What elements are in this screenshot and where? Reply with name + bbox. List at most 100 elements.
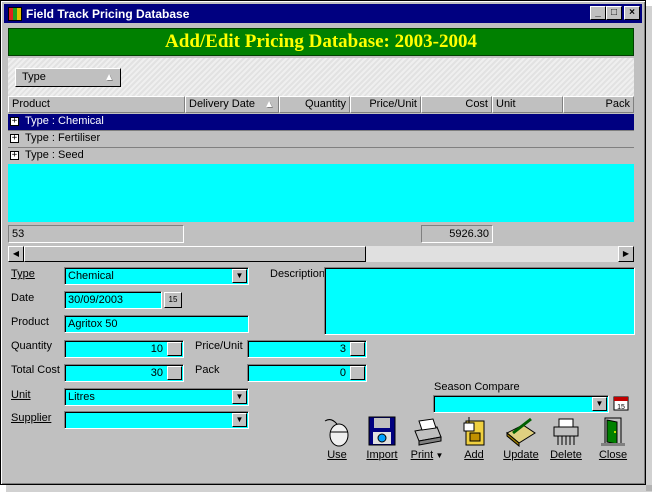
supplier-label: Supplier — [11, 412, 52, 424]
price-unit-field[interactable]: 3 — [247, 340, 367, 358]
column-header-price-unit[interactable]: Price/Unit — [350, 96, 421, 113]
total-cost-field[interactable]: 30 — [64, 364, 184, 382]
type-label: Type — [11, 268, 35, 280]
group-by-label: Type — [22, 71, 46, 83]
use-button[interactable]: Use — [315, 415, 359, 461]
close-label: Close — [598, 449, 628, 461]
grid-footer: 53 5926.30 — [8, 224, 634, 244]
expand-icon[interactable]: + — [10, 151, 19, 160]
group-by-area: Type ▲ — [8, 58, 634, 96]
group-row-seed[interactable]: + Type : Seed — [8, 148, 634, 165]
pack-label: Pack — [195, 364, 220, 376]
exit-door-icon — [597, 415, 629, 447]
sort-up-icon: ▲ — [104, 72, 114, 83]
printer-icon — [411, 415, 443, 447]
column-header-unit[interactable]: Unit — [492, 96, 563, 113]
minimize-button[interactable]: _ — [590, 6, 606, 20]
product-value: Agritox 50 — [68, 318, 118, 330]
calendar-day: 15 — [168, 295, 178, 304]
app-icon — [8, 6, 22, 21]
quantity-spin-button[interactable] — [167, 342, 182, 356]
chevron-down-icon[interactable]: ▼ — [232, 390, 247, 404]
pack-spin-button[interactable] — [350, 366, 365, 380]
supplier-select[interactable]: ▼ — [64, 411, 249, 429]
svg-text:15: 15 — [617, 404, 625, 411]
delete-button[interactable]: Delete — [544, 415, 588, 461]
quantity-field[interactable]: 10 — [64, 340, 184, 358]
total-cost-label: Total Cost — [11, 364, 60, 376]
group-row-chemical[interactable]: + Type : Chemical — [8, 114, 634, 131]
sort-up-icon: ▲ — [264, 99, 274, 110]
group-row-label: Type : Chemical — [25, 115, 104, 127]
expand-icon[interactable]: + — [10, 134, 19, 143]
type-select[interactable]: Chemical ▼ — [64, 267, 249, 285]
footer-cost-total: 5926.30 — [421, 225, 493, 243]
product-field[interactable]: Agritox 50 — [64, 315, 249, 333]
pack-value: 0 — [339, 367, 346, 379]
column-header-cost[interactable]: Cost — [421, 96, 492, 113]
total-cost-spin-button[interactable] — [167, 366, 182, 380]
column-header-product[interactable]: Product — [8, 96, 185, 113]
import-button[interactable]: Import — [360, 415, 404, 461]
description-field[interactable] — [324, 267, 635, 335]
season-compare-label: Season Compare — [434, 381, 520, 393]
chevron-down-icon[interactable]: ▼ — [232, 269, 247, 283]
quantity-label: Quantity — [11, 340, 52, 352]
scroll-thumb[interactable] — [24, 246, 366, 262]
use-label: Use — [327, 449, 347, 461]
notebook-pencil-icon — [505, 415, 537, 448]
calendar-icon[interactable]: 15 — [164, 292, 182, 308]
date-label: Date — [11, 292, 35, 304]
product-label: Product — [11, 316, 49, 328]
date-field[interactable]: 30/09/2003 — [64, 291, 162, 309]
shredder-icon — [550, 415, 582, 447]
mouse-icon — [321, 415, 353, 447]
add-button[interactable]: Add — [452, 415, 496, 461]
update-label: Update — [503, 449, 539, 461]
title-bar[interactable]: Field Track Pricing Database _ □ × — [4, 4, 642, 23]
unit-select[interactable]: Litres ▼ — [64, 388, 249, 406]
scroll-left-icon[interactable]: ◀ — [8, 246, 24, 262]
price-unit-spin-button[interactable] — [350, 342, 365, 356]
pack-field[interactable]: 0 — [247, 364, 367, 382]
season-calendar-icon[interactable]: 15 — [613, 395, 629, 411]
update-button[interactable]: Update — [499, 415, 543, 461]
add-label: Add — [464, 449, 484, 461]
horizontal-scrollbar[interactable]: ◀ ▶ — [8, 246, 634, 262]
delete-label: Delete — [550, 449, 582, 461]
group-row-label: Type : Fertiliser — [25, 132, 101, 144]
unit-label: Unit — [11, 389, 31, 401]
group-row-label: Type : Seed — [25, 149, 84, 161]
print-label: Print — [410, 449, 434, 461]
group-row-fertiliser[interactable]: + Type : Fertiliser — [8, 131, 634, 148]
price-unit-value: 3 — [339, 343, 346, 355]
print-button[interactable]: Print ▼ — [405, 415, 449, 461]
column-header-quantity[interactable]: Quantity — [279, 96, 350, 113]
scroll-right-icon[interactable]: ▶ — [618, 246, 634, 262]
column-header-delivery-date[interactable]: Delivery Date ▲ — [185, 96, 279, 113]
season-compare-select[interactable]: ▼ — [433, 395, 609, 413]
chevron-down-icon[interactable]: ▼ — [232, 413, 247, 427]
footer-count: 53 — [8, 225, 184, 243]
floppy-disk-icon — [366, 415, 398, 447]
maximize-button[interactable]: □ — [606, 6, 622, 20]
grid-empty-area[interactable] — [8, 164, 634, 222]
type-value: Chemical — [68, 270, 114, 282]
main-window: Field Track Pricing Database _ □ × Add/E… — [0, 0, 646, 485]
column-header-pack[interactable]: Pack — [563, 96, 634, 113]
add-record-icon — [458, 415, 490, 447]
close-button[interactable]: Close — [591, 415, 635, 461]
close-window-button[interactable]: × — [624, 6, 640, 20]
expand-icon[interactable]: + — [10, 117, 19, 126]
import-label: Import — [366, 449, 398, 461]
page-banner: Add/Edit Pricing Database: 2003-2004 — [8, 28, 634, 56]
unit-value: Litres — [68, 391, 95, 403]
group-by-type-button[interactable]: Type ▲ — [15, 68, 121, 87]
price-unit-label: Price/Unit — [195, 340, 243, 352]
date-value: 30/09/2003 — [68, 294, 124, 306]
window-title: Field Track Pricing Database — [26, 6, 190, 21]
grid-header: Product Delivery Date ▲ Quantity Price/Un… — [8, 96, 634, 113]
chevron-down-icon[interactable]: ▼ — [592, 397, 607, 411]
quantity-value: 10 — [150, 343, 163, 355]
column-header-delivery-date-label: Delivery Date — [189, 98, 256, 110]
